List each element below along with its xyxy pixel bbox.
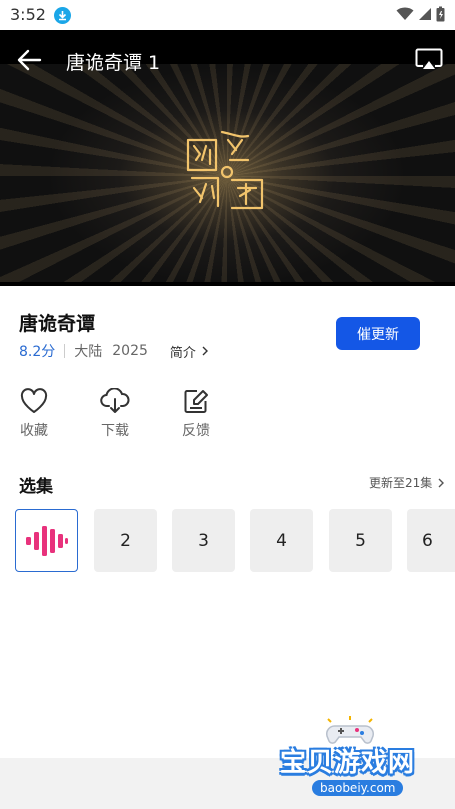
divider: [64, 344, 66, 358]
watermark-en: baobeiy.com: [312, 780, 404, 796]
heart-icon: [20, 388, 48, 413]
request-update-button[interactable]: 催更新: [336, 317, 420, 350]
download-button[interactable]: 下载: [90, 388, 140, 440]
feedback-label: 反馈: [182, 423, 210, 439]
episode-1-playing[interactable]: [15, 509, 78, 572]
watermark: 宝贝游戏网 baobeiy.com: [280, 716, 420, 804]
episode-item[interactable]: 6: [407, 509, 455, 572]
episode-item[interactable]: 5: [329, 509, 392, 572]
episodes-title: 选集: [19, 477, 53, 497]
watermark-cn: 宝贝游戏网: [280, 748, 416, 778]
system-icons: [396, 6, 445, 22]
studio-logo-icon: [186, 130, 264, 210]
episodes-more-label: 更新至21集: [369, 476, 433, 490]
back-arrow-icon[interactable]: [16, 48, 42, 72]
cast-screen-icon[interactable]: [415, 48, 443, 72]
chevron-right-icon: [202, 346, 208, 356]
signal-icon: [419, 8, 431, 20]
episode-item[interactable]: 3: [172, 509, 235, 572]
download-label: 下载: [101, 423, 129, 439]
show-title: 唐诡奇谭: [19, 313, 96, 335]
favorite-button[interactable]: 收藏: [9, 388, 59, 440]
download-notification-icon: [54, 7, 71, 24]
intro-link[interactable]: 简介: [170, 342, 210, 361]
show-score: 8.2分: [19, 344, 56, 360]
cloud-download-icon: [100, 388, 130, 413]
edit-icon: [184, 390, 208, 413]
status-bar: 3:52: [0, 0, 455, 30]
wifi-icon: [396, 7, 414, 20]
playing-bars-icon: [25, 525, 68, 556]
status-time: 3:52: [10, 5, 46, 24]
feedback-button[interactable]: 反馈: [171, 388, 221, 440]
show-meta: 8.2分 大陆 2025 简介: [19, 342, 210, 361]
show-year: 2025: [112, 343, 148, 359]
favorite-label: 收藏: [20, 423, 48, 439]
episode-item[interactable]: 2: [94, 509, 157, 572]
episode-item[interactable]: 4: [250, 509, 313, 572]
player-title: 唐诡奇谭 1: [66, 52, 161, 74]
battery-icon: [436, 6, 445, 22]
player-top-bar: 唐诡奇谭 1: [0, 30, 455, 90]
episodes-more-link[interactable]: 更新至21集: [369, 474, 446, 491]
video-player[interactable]: 唐诡奇谭 1: [0, 30, 455, 286]
intro-label: 简介: [169, 345, 196, 361]
show-region: 大陆: [74, 344, 103, 360]
chevron-right-icon: [438, 478, 445, 487]
